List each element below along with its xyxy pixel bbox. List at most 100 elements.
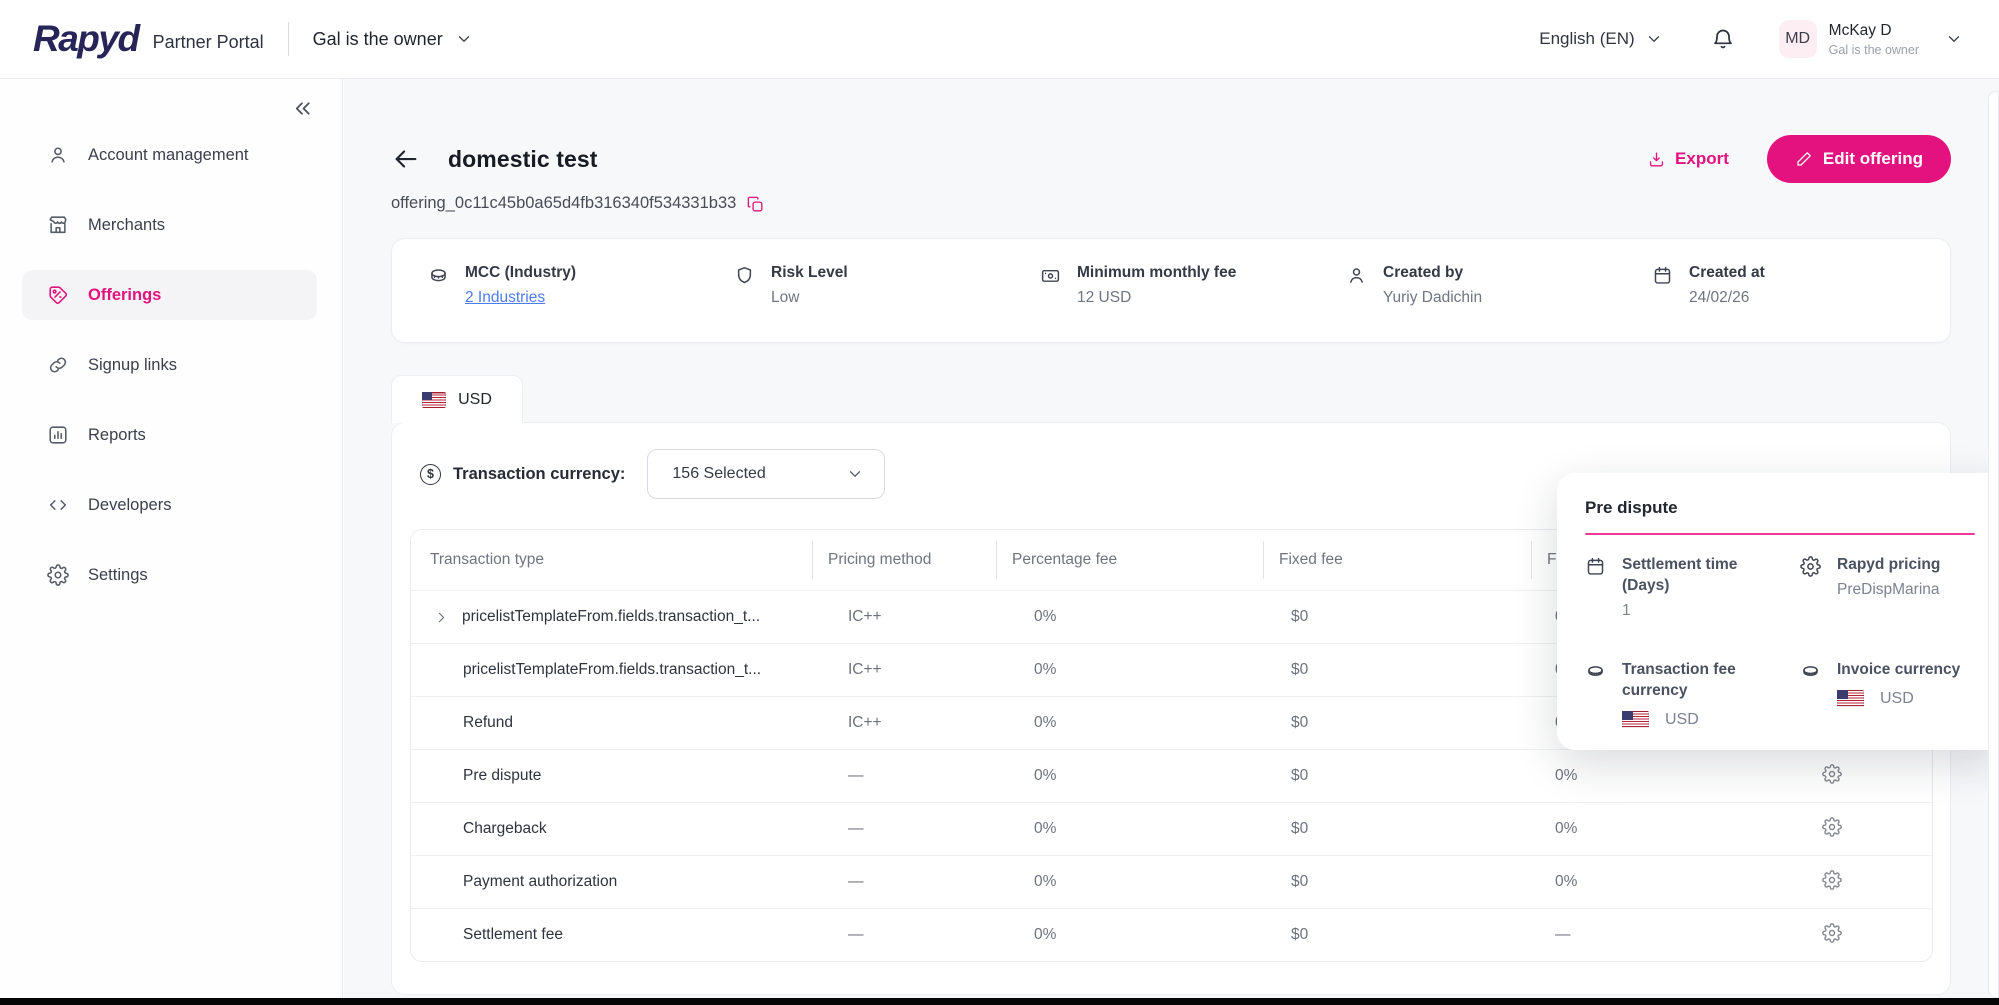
popover-settlement-time: Settlement time (Days) 1 [1585,555,1800,620]
popover-field-value: PreDispMarina [1837,581,1940,599]
popover-invoice-currency: Invoice currency USD [1800,660,1973,729]
tag-icon [47,284,69,306]
summary-value: 24/02/26 [1689,289,1765,307]
tab-usd[interactable]: USD [391,375,523,423]
column-fixed-fee: Fixed fee [1263,530,1531,590]
popover-field-value: 1 [1622,602,1772,620]
row-settings-button[interactable] [1822,870,1842,890]
page-title: domestic test [448,146,598,173]
sidebar-item-account-management[interactable]: Account management [22,130,317,180]
transaction-type: Refund [463,714,513,732]
language-selector[interactable]: English (EN) [1539,29,1662,49]
column-percentage-fee: Percentage fee [996,530,1263,590]
fixed-fee: $0 [1263,820,1531,838]
summary-value: 12 USD [1077,289,1236,307]
percentage-fee: 0% [996,820,1263,838]
arrow-left-icon [391,144,421,174]
edit-offering-label: Edit offering [1823,149,1923,169]
popover-field-value: USD [1665,711,1699,729]
banknote-icon [1040,265,1061,286]
fx-fee: 0% [1531,873,1796,891]
popover-divider [1585,533,1975,535]
rapyd-logo: Rapyd [33,18,139,60]
org-selector-label: Gal is the owner [313,29,443,50]
column-transaction-type: Transaction type [411,530,812,590]
pricing-method: — [812,873,996,891]
table-row[interactable]: Payment authorization — 0% $0 0% [411,855,1932,908]
table-row[interactable]: Chargeback — 0% $0 0% [411,802,1932,855]
dropdown-value: 156 Selected [672,465,765,483]
summary-item-created-by: Created by Yuriy Dadichin [1346,264,1652,342]
storefront-icon [47,214,69,236]
page-header: domestic test Export Edit offering [391,135,1951,183]
fx-fee: 0% [1531,767,1796,785]
gear-icon [1822,870,1842,890]
popover-rapyd-pricing: Rapyd pricing PreDispMarina [1800,555,1973,620]
us-flag-icon [1622,711,1649,728]
sidebar: Account management Merchants Offerings S… [0,79,343,998]
offering-summary-card: MCC (Industry) 2 Industries Risk Level L… [391,238,1951,343]
summary-item-risk: Risk Level Low [734,264,1040,342]
table-row[interactable]: Settlement fee — 0% $0 — [411,908,1932,961]
sidebar-item-signup-links[interactable]: Signup links [22,340,317,390]
user-menu[interactable]: MD McKay D Gal is the owner [1779,20,1963,58]
row-settings-button[interactable] [1822,923,1842,943]
notifications-button[interactable] [1711,27,1735,51]
sidebar-item-reports[interactable]: Reports [22,410,317,460]
row-settings-button[interactable] [1822,817,1842,837]
tab-usd-label: USD [458,391,492,409]
org-selector[interactable]: Gal is the owner [313,29,473,50]
transaction-type: pricelistTemplateFrom.fields.transaction… [462,608,760,626]
sidebar-item-label: Reports [88,426,146,445]
avatar: MD [1779,20,1817,58]
bell-icon [1711,27,1735,51]
back-button[interactable] [391,144,421,174]
popover-field-value: USD [1880,690,1914,708]
industries-link[interactable]: 2 Industries [465,289,576,307]
sidebar-item-offerings[interactable]: Offerings [22,270,317,320]
offering-id-row: offering_0c11c45b0a65d4fb316340f534331b3… [391,193,1951,214]
sidebar-collapse-button[interactable] [290,96,315,121]
sidebar-item-developers[interactable]: Developers [22,480,317,530]
sidebar-item-label: Offerings [88,286,161,305]
pricing-method: — [812,926,996,944]
popover-title: Pre dispute [1585,498,1973,518]
user-name: McKay D [1829,22,1919,40]
transaction-type: Settlement fee [463,926,563,944]
transaction-currency-dropdown[interactable]: 156 Selected [647,449,885,499]
code-icon [47,494,69,516]
page-scrollbar[interactable] [1988,91,1999,998]
gear-icon [1822,764,1842,784]
transaction-currency-label: Transaction currency: [453,465,625,484]
fixed-fee: $0 [1263,608,1531,626]
download-icon [1647,150,1666,169]
export-button[interactable]: Export [1647,149,1729,169]
coin-icon [428,265,449,286]
sidebar-item-label: Merchants [88,216,165,235]
gear-icon [1822,923,1842,943]
chevron-right-icon[interactable] [433,609,450,626]
summary-item-min-fee: Minimum monthly fee 12 USD [1040,264,1346,342]
edit-offering-button[interactable]: Edit offering [1767,135,1951,183]
sidebar-item-merchants[interactable]: Merchants [22,200,317,250]
fixed-fee: $0 [1263,661,1531,679]
table-row[interactable]: Pre dispute — 0% $0 0% [411,749,1932,802]
fx-fee: 0% [1531,820,1796,838]
sidebar-item-settings[interactable]: Settings [22,550,317,600]
summary-value: Yuriy Dadichin [1383,289,1482,307]
row-settings-button[interactable] [1822,764,1842,784]
sidebar-nav: Account management Merchants Offerings S… [0,79,342,600]
summary-value: Low [771,289,848,307]
copy-button[interactable] [746,195,765,214]
dollar-circle-icon: $ [420,464,441,485]
popover-field-label: Transaction fee currency [1622,660,1772,702]
percentage-fee: 0% [996,661,1263,679]
popover-transaction-fee-currency: Transaction fee currency USD [1585,660,1800,729]
fixed-fee: $0 [1263,767,1531,785]
user-icon [47,144,69,166]
pencil-icon [1795,150,1813,168]
sidebar-item-label: Settings [88,566,148,585]
us-flag-icon [422,392,446,408]
chevron-down-icon [1945,30,1963,48]
double-chevron-left-icon [290,96,315,121]
